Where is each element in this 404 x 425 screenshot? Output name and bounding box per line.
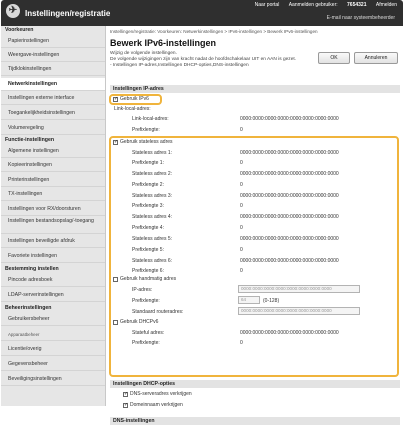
stateless-row-label: Stateless adres 1: bbox=[132, 150, 173, 156]
stateful-prefix-value: 0 bbox=[240, 340, 243, 346]
sidebar-item-ldap[interactable]: LDAP-serverinstellingen bbox=[1, 289, 105, 302]
stateless-row-label: Stateless adres 6: bbox=[132, 258, 173, 264]
link-local-label: Link-local-adres: bbox=[132, 116, 169, 122]
stateful-address-value: 0000:0000:0000:0000:0000:0000:0000:0000 bbox=[240, 330, 339, 336]
sidebar-head-destination: Bestemming instellen bbox=[5, 266, 59, 272]
stateless-row-value: 0000:0000:0000:0000:0000:0000:0000:0000 bbox=[240, 193, 339, 199]
sidebar-item-favorites[interactable]: Favoriete instellingen bbox=[1, 250, 105, 263]
logout-link[interactable]: Afmelden bbox=[376, 2, 397, 8]
dns-server-checkbox[interactable]: ✓ bbox=[123, 392, 128, 397]
sidebar-item-volume[interactable]: Volumeregeling bbox=[1, 122, 105, 135]
top-bar: ✈ Instellingen/registratie Naar portal A… bbox=[1, 0, 403, 26]
dhcpv6-checkbox[interactable] bbox=[113, 320, 118, 325]
stateful-address-label: Stateful adres: bbox=[132, 330, 165, 336]
manual-address-checkbox[interactable] bbox=[113, 277, 118, 282]
stateless-row-value: 0 bbox=[240, 225, 243, 231]
cancel-button[interactable]: Annuleren bbox=[354, 52, 398, 64]
sidebar-item-accessibility[interactable]: Toegankelijkheidsinstellingen bbox=[1, 107, 105, 120]
email-admin-link[interactable]: E-mail naar systeembeheerder bbox=[327, 15, 395, 21]
sidebar-item-display[interactable]: Weergave-instellingen bbox=[1, 49, 105, 62]
dns-server-label: DNS-serveradres verkrijgen bbox=[130, 391, 192, 397]
stateless-row-label: Stateless adres 4: bbox=[132, 214, 173, 220]
page-description: Wijzig de volgende instellingen. De volg… bbox=[110, 51, 310, 69]
stateless-row-label: Prefixlengte 4: bbox=[132, 225, 164, 231]
stateless-row-value: 0000:0000:0000:0000:0000:0000:0000:0000 bbox=[240, 236, 339, 242]
stateless-row-value: 0000:0000:0000:0000:0000:0000:0000:0000 bbox=[240, 150, 339, 156]
stateful-prefix-label: Prefixlengte: bbox=[132, 340, 160, 346]
link-local-header: Link-local-adres: bbox=[114, 106, 151, 112]
sidebar-item-printer[interactable]: Printerinstellingen bbox=[1, 174, 105, 187]
sidebar-item-network[interactable]: Netwerkinstellingen bbox=[1, 78, 105, 91]
sidebar-item-data-mgmt[interactable]: Gegevensbeheer bbox=[1, 358, 105, 371]
sidebar-head-functions: Functie-instellingen bbox=[5, 137, 54, 143]
sidebar-item-rx-forward[interactable]: Instellingen voor RX/doorsturen bbox=[1, 203, 105, 216]
stateless-row-value: 0000:0000:0000:0000:0000:0000:0000:0000 bbox=[240, 258, 339, 264]
domain-name-label: Domeinnaam verkrijgen bbox=[130, 402, 183, 408]
sidebar-item-secure-print[interactable]: Instellingen beveiligde afdruk bbox=[1, 235, 105, 248]
manual-router-input[interactable]: 0000:0000:0000:0000:0000:0000:0000:0000 bbox=[238, 307, 360, 315]
ip-settings-header: Instellingen IP-adres bbox=[110, 85, 400, 93]
link-local-value: 0000:0000:0000:0000:0000:0000:0000:0000 bbox=[240, 116, 339, 122]
sidebar-head-management: Beheerinstellingen bbox=[5, 305, 52, 311]
stateless-checkbox[interactable]: ✓ bbox=[113, 140, 118, 145]
stateless-row-label: Prefixlengte 6: bbox=[132, 268, 164, 274]
link-local-prefix-label: Prefixlengte: bbox=[132, 127, 160, 133]
manual-prefix-hint: (0-128) bbox=[263, 298, 280, 304]
ok-button[interactable]: OK bbox=[318, 52, 350, 64]
sidebar-item-license[interactable]: Licentie/overig bbox=[1, 343, 105, 356]
dhcp-options-header: Instellingen DHCP-opties bbox=[110, 380, 400, 388]
stateless-row-value: 0000:0000:0000:0000:0000:0000:0000:0000 bbox=[240, 171, 339, 177]
sidebar-item-paper[interactable]: Papierinstellingen bbox=[1, 35, 105, 48]
stateless-row-label: Stateless adres 5: bbox=[132, 236, 173, 242]
sidebar-item-tx[interactable]: TX-instellingen bbox=[1, 188, 105, 201]
stateless-row-value: 0000:0000:0000:0000:0000:0000:0000:0000 bbox=[240, 214, 339, 220]
stateless-row-label: Stateless adres 2: bbox=[132, 171, 173, 177]
stateless-row-label: Prefixlengte 5: bbox=[132, 247, 164, 253]
stateless-label: Gebruik stateless adres bbox=[120, 139, 173, 145]
stateless-row-value: 0 bbox=[240, 247, 243, 253]
sidebar-item-common[interactable]: Algemene instellingen bbox=[1, 145, 105, 158]
sidebar-item-file-access[interactable]: Instellingen bestandsopslag/-toegang bbox=[1, 217, 105, 234]
page-title: Bewerk IPv6-instellingen bbox=[110, 38, 217, 48]
stateless-row-value: 0 bbox=[240, 203, 243, 209]
breadcrumb: Instellingen/registratie: Voorkeuren: Ne… bbox=[110, 29, 318, 34]
app-title: Instellingen/registratie bbox=[25, 9, 111, 18]
portal-link[interactable]: Naar portal bbox=[255, 2, 280, 8]
stateless-row-label: Stateless adres 3: bbox=[132, 193, 173, 199]
sidebar-item-external-interface[interactable]: Instellingen externe interface bbox=[1, 92, 105, 105]
use-ipv6-label: Gebruik IPv6 bbox=[120, 96, 149, 102]
top-links: Naar portal Aanmelden gebruiker: 7654321… bbox=[247, 2, 397, 8]
manual-address-label: Gebruik handmatig adres bbox=[120, 276, 177, 282]
main-panel: Instellingen/registratie: Voorkeuren: Ne… bbox=[109, 26, 404, 425]
login-user-label: Aanmelden gebruiker: bbox=[288, 2, 338, 8]
stateless-row-label: Prefixlengte 2: bbox=[132, 182, 164, 188]
stateless-row-label: Prefixlengte 1: bbox=[132, 160, 164, 166]
manual-ip-label: IP-adres: bbox=[132, 287, 153, 293]
use-ipv6-checkbox[interactable]: ✓ bbox=[113, 97, 118, 102]
sidebar-item-security[interactable]: Beveiligingsinstellingen bbox=[1, 373, 105, 386]
dns-settings-header: DNS-instellingen bbox=[110, 417, 400, 425]
dhcpv6-label: Gebruik DHCPv6 bbox=[120, 319, 159, 325]
stateless-row-value: 0 bbox=[240, 182, 243, 188]
stateless-row-value: 0 bbox=[240, 160, 243, 166]
settings-logo-icon: ✈ bbox=[6, 4, 20, 18]
sidebar-head-preferences: Voorkeuren bbox=[5, 27, 34, 33]
desc-line-3: - Instellingen IP-adres,Instellingen DHC… bbox=[110, 63, 249, 68]
manual-ip-input[interactable]: 0000:0000:0000:0000:0000:0000:0000:0000 bbox=[238, 285, 360, 293]
manual-router-label: Standaard routeradres: bbox=[132, 309, 184, 315]
sidebar-item-timer[interactable]: Tijdklokinstellingen bbox=[1, 63, 105, 76]
sidebar-item-device-mgmt[interactable]: Apparaatbeheer bbox=[1, 328, 105, 341]
sidebar-item-user-mgmt[interactable]: Gebruikersbeheer bbox=[1, 313, 105, 326]
sidebar-item-address-pin[interactable]: Pincode adresboek bbox=[1, 274, 105, 287]
link-local-prefix-value: 0 bbox=[240, 127, 243, 133]
user-id: 7654321 bbox=[347, 2, 367, 8]
manual-prefix-label: Prefixlengte: bbox=[132, 298, 160, 304]
manual-prefix-input[interactable]: 64 bbox=[238, 296, 260, 304]
stateless-row-value: 0 bbox=[240, 268, 243, 274]
sidebar: Voorkeuren Papierinstellingen Weergave-i… bbox=[1, 26, 106, 406]
sidebar-item-copy[interactable]: Kopieerinstellingen bbox=[1, 159, 105, 172]
stateless-row-label: Prefixlengte 3: bbox=[132, 203, 164, 209]
